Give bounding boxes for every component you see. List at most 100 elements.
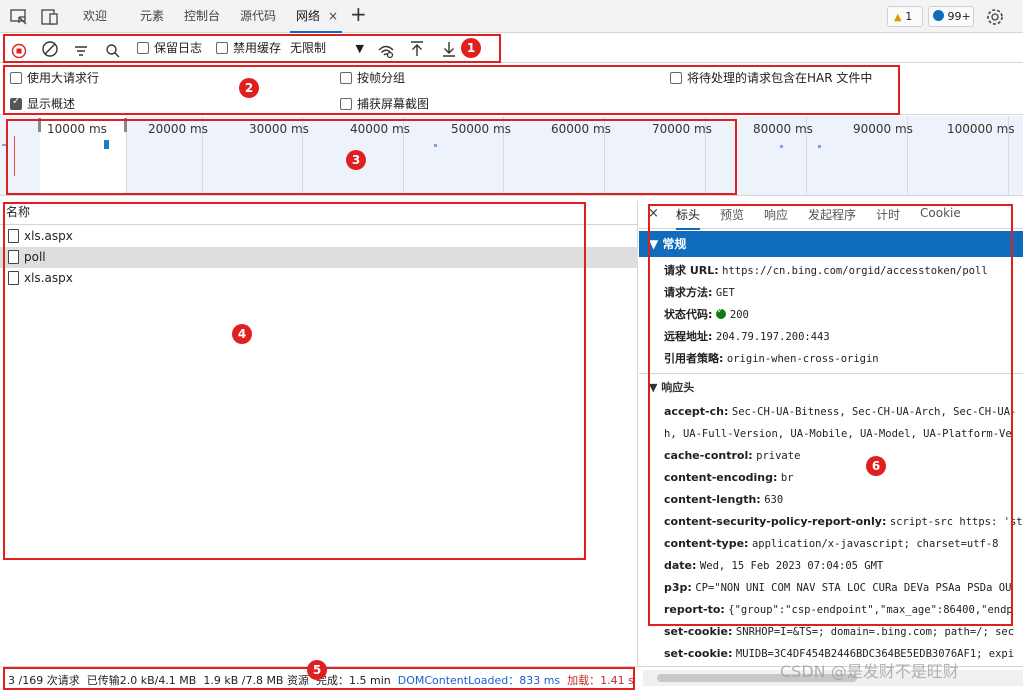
overview-load-marker <box>14 136 15 176</box>
request-name: xls.aspx <box>24 271 73 285</box>
gear-icon[interactable] <box>984 6 1006 28</box>
general-row: 远程地址: 204.79.197.200:443 <box>664 328 830 344</box>
header-key: content-type: <box>664 537 749 550</box>
header-key: 请求 URL: <box>664 264 719 277</box>
general-section-header[interactable]: ▼ 常规 <box>639 231 1023 257</box>
tab-headers[interactable]: 标头 <box>676 206 701 230</box>
record-stop-icon[interactable] <box>11 40 27 59</box>
tab-cookies[interactable]: Cookie <box>920 206 961 220</box>
header-value: br <box>780 472 794 484</box>
annotation-number-5: 5 <box>307 660 327 680</box>
document-icon <box>8 271 19 285</box>
throttle-select[interactable]: 无限制 ▼ <box>290 39 364 58</box>
name-column-header[interactable]: 名称 <box>0 201 638 225</box>
show-overview-checkbox[interactable]: 显示概述 <box>10 95 75 112</box>
export-har-icon[interactable] <box>441 39 457 57</box>
watermark-text: CSDN @是发财不是旺财 <box>780 662 959 681</box>
add-tab-icon[interactable]: + <box>350 2 367 26</box>
request-name: poll <box>24 250 46 264</box>
response-header-row: date: Wed, 15 Feb 2023 07:04:05 GMT <box>664 559 883 572</box>
tab-timing[interactable]: 计时 <box>876 206 900 223</box>
tab-console[interactable]: 控制台 <box>184 0 220 33</box>
header-key: 引用者策略: <box>664 352 724 365</box>
response-header-row: p3p: CP="NON UNI COM NAV STA LOC CURa DE… <box>664 581 1011 594</box>
devtools-window: 欢迎 元素 控制台 源代码 网络 × + ▲ 1 99+ 保留日志 禁用缓存 无… <box>0 0 1023 691</box>
include-pending-har-checkbox[interactable]: 将待处理的请求包含在HAR 文件中 <box>670 69 872 86</box>
header-key: p3p: <box>664 581 692 594</box>
resources-size: 1.9 kB /7.8 MB 资源 <box>203 674 309 687</box>
header-key: 状态代码: <box>664 308 713 321</box>
devtools-tabbar: 欢迎 元素 控制台 源代码 网络 × + ▲ 1 99+ <box>0 0 1023 33</box>
header-value: Sec-CH-UA-Bitness, Sec-CH-UA-Arch, Sec-C… <box>731 406 1017 418</box>
clear-icon[interactable] <box>41 39 59 57</box>
capture-screenshots-box <box>340 98 352 110</box>
group-by-frame-checkbox[interactable]: 按帧分组 <box>340 69 405 86</box>
header-value: Wed, 15 Feb 2023 07:04:05 GMT <box>699 560 884 572</box>
request-row[interactable]: xls.aspx <box>0 268 638 289</box>
large-rows-box <box>10 72 22 84</box>
response-headers-section-header[interactable]: ▼ 响应头 <box>649 379 694 395</box>
warnings-count: 1 <box>905 10 913 23</box>
overview-tick: 10000 ms <box>47 122 107 136</box>
preserve-log-checkbox[interactable]: 保留日志 <box>137 33 202 63</box>
annotation-number-3: 3 <box>346 150 366 170</box>
header-value: script-src https: 'stri <box>889 516 1023 528</box>
messages-badge[interactable]: 99+ <box>928 6 974 27</box>
inspect-element-icon[interactable] <box>8 6 30 28</box>
disable-cache-box <box>216 42 228 54</box>
large-rows-label: 使用大请求行 <box>27 71 100 85</box>
tab-elements[interactable]: 元素 <box>140 0 164 33</box>
request-detail-panel: × 标头 预览 响应 发起程序 计时 Cookie ▼ 常规 请求 URL: h… <box>639 201 1023 665</box>
message-icon <box>933 10 944 21</box>
overview-tick: 30000 ms <box>249 122 309 136</box>
capture-screenshots-checkbox[interactable]: 捕获屏幕截图 <box>340 95 429 112</box>
close-tab-icon[interactable]: × <box>328 0 338 32</box>
overview-tick: 70000 ms <box>652 122 712 136</box>
general-row: 请求方法: GET <box>664 284 735 300</box>
request-count: 3 /169 次请求 <box>8 674 80 687</box>
general-row: 请求 URL: https://cn.bing.com/orgid/access… <box>664 262 988 278</box>
transferred-size: 已传输2.0 kB/4.1 MB <box>86 674 197 687</box>
tab-sources[interactable]: 源代码 <box>240 0 276 33</box>
header-value: application/x-javascript; charset=utf-8 <box>751 538 999 550</box>
document-icon <box>8 250 19 264</box>
network-toolbar: 保留日志 禁用缓存 无限制 ▼ <box>0 33 1023 63</box>
network-conditions-icon[interactable] <box>377 40 395 59</box>
header-value: https://cn.bing.com/orgid/accesstoken/po… <box>722 265 988 277</box>
header-value: {"group":"csp-endpoint","max_age":86400,… <box>728 604 1013 616</box>
disable-cache-checkbox[interactable]: 禁用缓存 <box>216 33 281 63</box>
preserve-log-label: 保留日志 <box>154 41 203 55</box>
overview-timeline[interactable]: 10000 ms 20000 ms 30000 ms 40000 ms 5000… <box>0 116 1023 196</box>
header-key: content-encoding: <box>664 471 778 484</box>
warning-icon: ▲ <box>894 12 902 23</box>
include-pending-har-box <box>670 72 682 84</box>
tab-network-label: 网络 <box>296 9 321 23</box>
show-overview-box <box>10 96 22 110</box>
header-key: accept-ch: <box>664 405 729 418</box>
overview-request-bar <box>104 140 109 149</box>
device-emulation-icon[interactable] <box>39 6 61 28</box>
search-icon[interactable] <box>105 40 121 58</box>
warnings-badge[interactable]: ▲ 1 <box>887 6 923 27</box>
request-row[interactable]: xls.aspx <box>0 226 638 247</box>
tab-preview[interactable]: 预览 <box>720 206 744 223</box>
tab-response[interactable]: 响应 <box>764 206 788 223</box>
overview-left-handle[interactable] <box>38 118 41 132</box>
preserve-log-box <box>137 42 149 54</box>
overview-tick: 90000 ms <box>853 122 913 136</box>
show-overview-label: 显示概述 <box>27 97 76 111</box>
overview-right-handle[interactable] <box>124 118 127 132</box>
import-har-icon[interactable] <box>409 39 425 57</box>
load-time: 加载：1.41 s <box>567 674 634 687</box>
filter-icon[interactable] <box>73 40 89 56</box>
overview-tick: 20000 ms <box>148 122 208 136</box>
request-row[interactable]: poll <box>0 247 638 268</box>
annotation-number-6: 6 <box>866 456 886 476</box>
close-icon[interactable]: × <box>648 206 659 221</box>
header-value: SNRHOP=I=&TS=; domain=.bing.com; path=/;… <box>735 626 1015 638</box>
large-rows-checkbox[interactable]: 使用大请求行 <box>10 69 99 86</box>
detail-tabs: × 标头 预览 响应 发起程序 计时 Cookie <box>639 201 1023 230</box>
tab-welcome[interactable]: 欢迎 <box>83 0 107 33</box>
capture-screenshots-label: 捕获屏幕截图 <box>357 97 430 111</box>
tab-initiator[interactable]: 发起程序 <box>808 206 856 223</box>
